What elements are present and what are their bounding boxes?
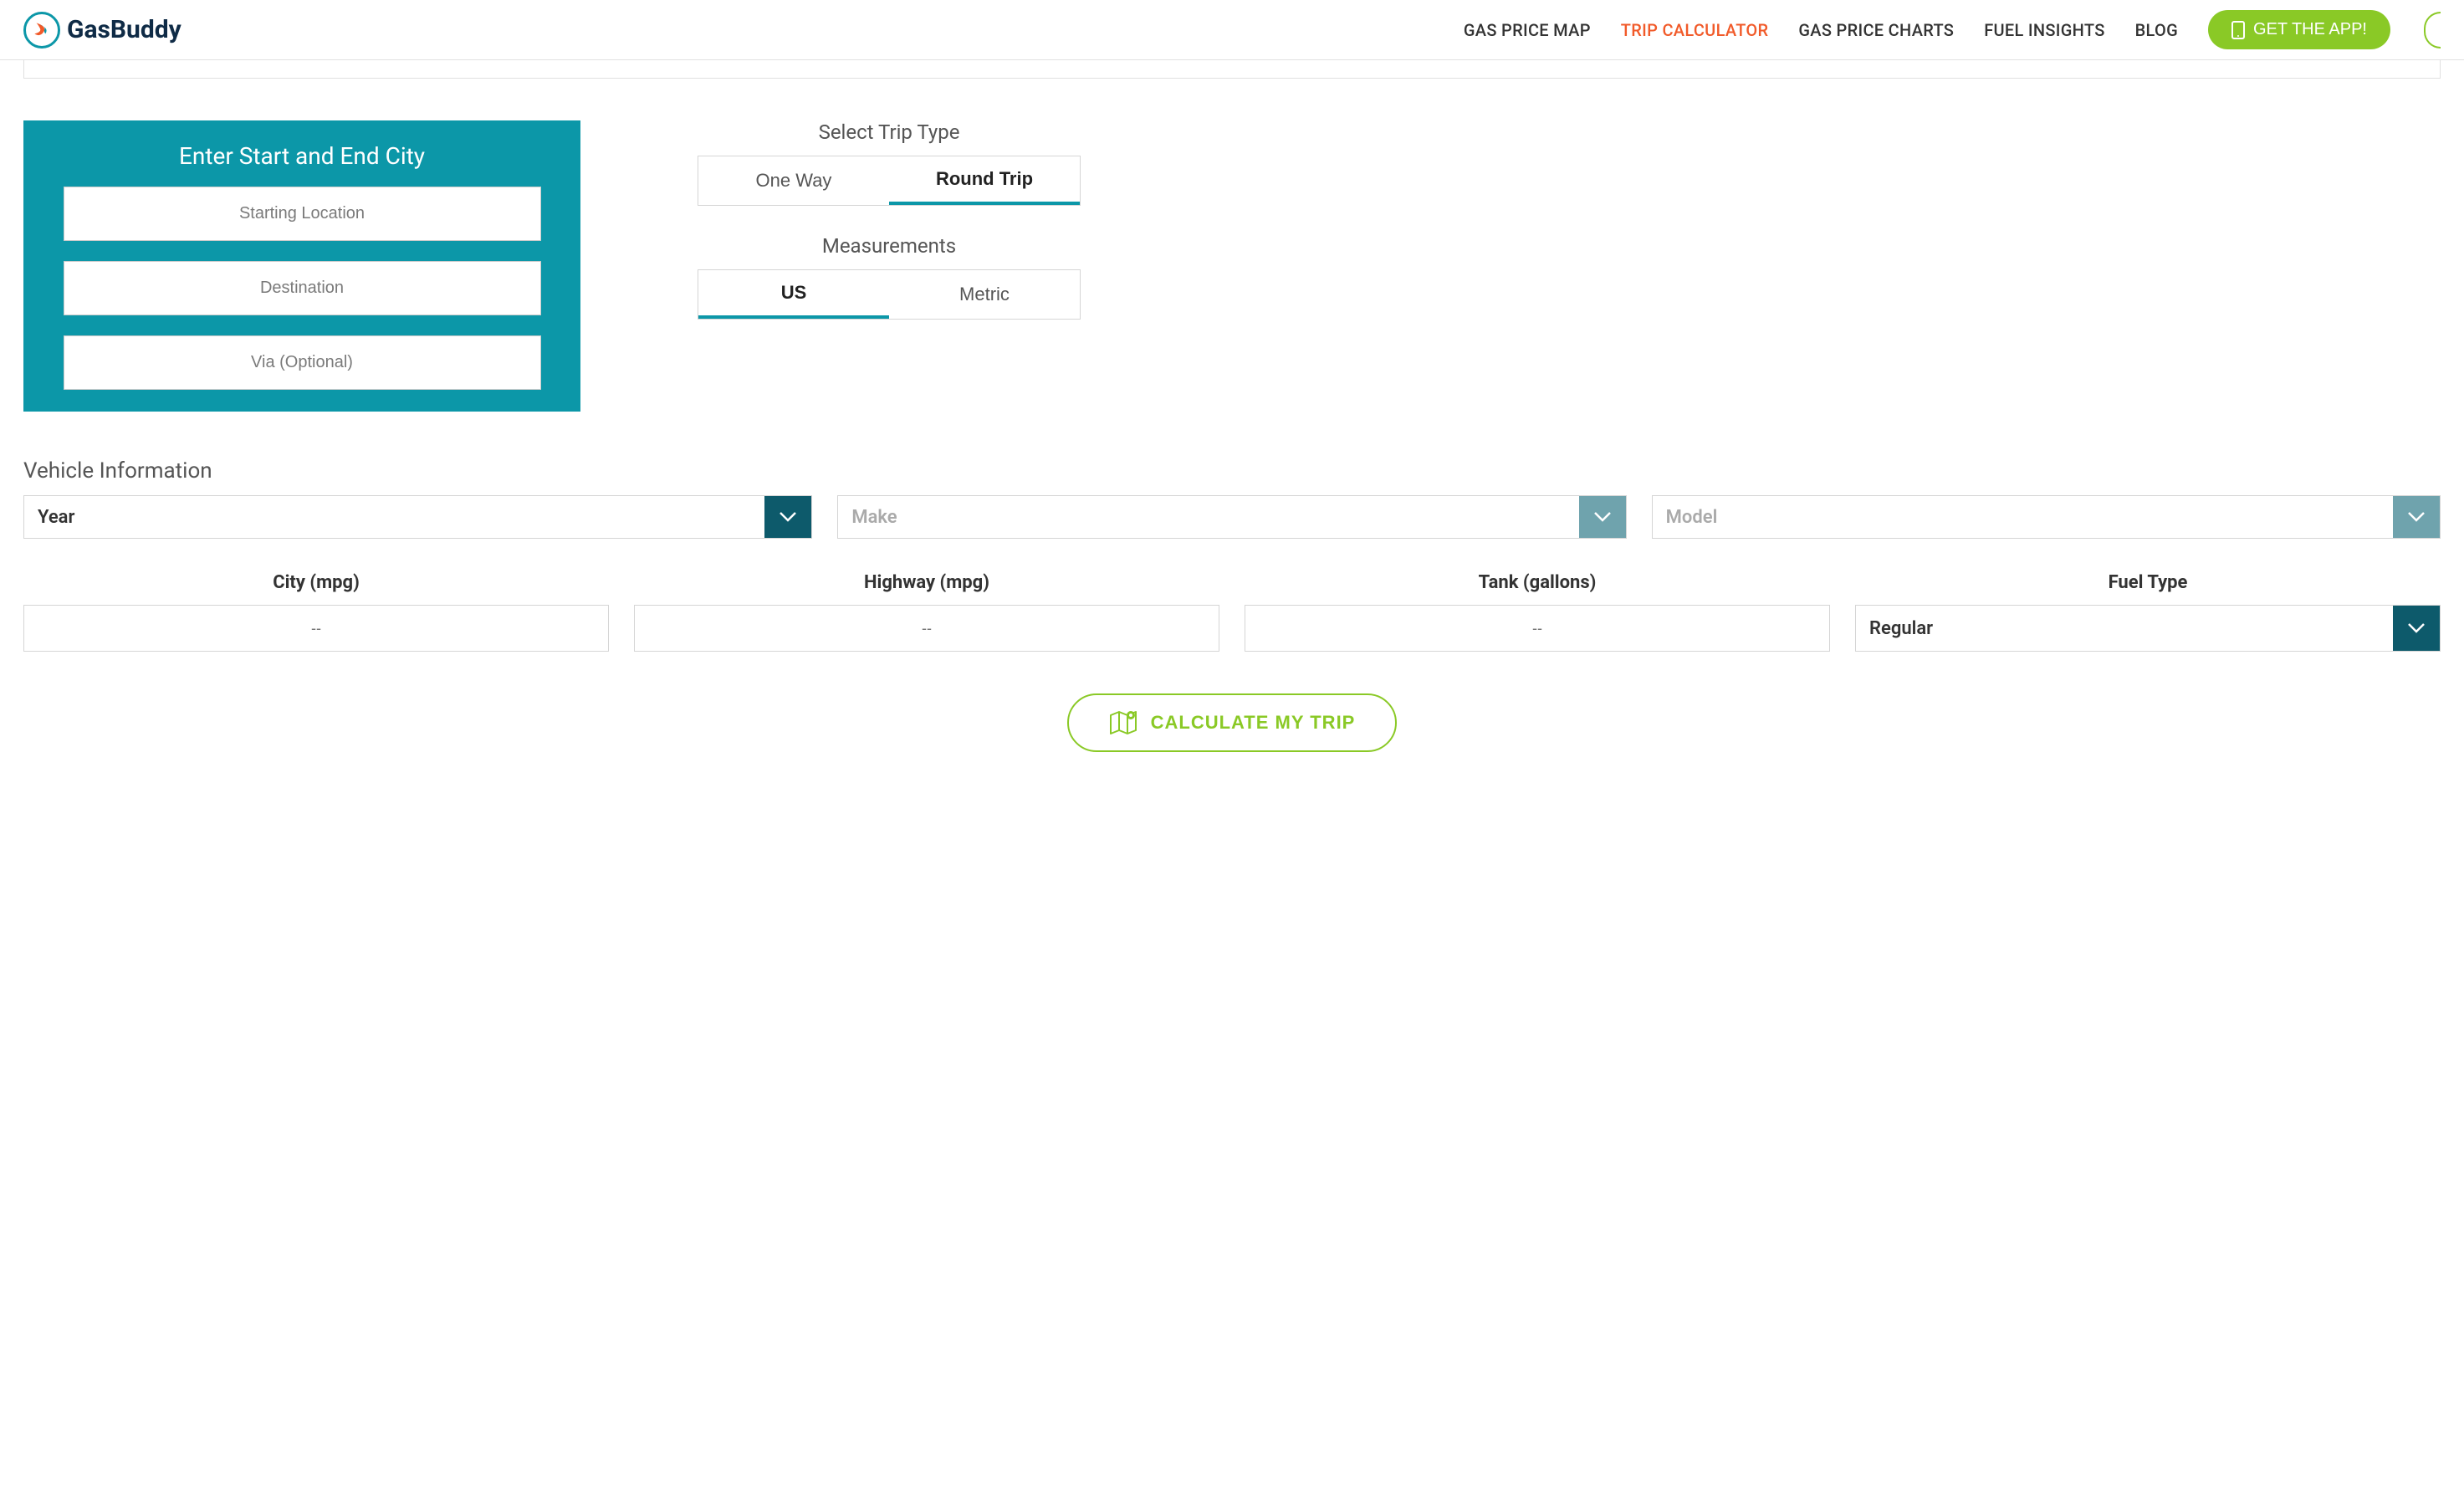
city-mpg-input[interactable]: [23, 605, 609, 652]
nav-blog[interactable]: BLOG: [2135, 20, 2178, 40]
get-app-button[interactable]: GET THE APP!: [2208, 10, 2390, 49]
header-nav: GasBuddy GAS PRICE MAP TRIP CALCULATOR G…: [0, 0, 2464, 60]
year-select[interactable]: Year: [23, 495, 812, 539]
fuel-type-select[interactable]: Regular: [1855, 605, 2441, 652]
city-mpg-label: City (mpg): [23, 572, 609, 593]
trip-type-toggle: One Way Round Trip: [698, 156, 1081, 206]
starting-location-input[interactable]: [64, 187, 541, 241]
round-trip-button[interactable]: Round Trip: [889, 156, 1080, 205]
gasbuddy-logo-icon: [23, 12, 60, 49]
nav-gas-price-map[interactable]: GAS PRICE MAP: [1464, 20, 1591, 40]
chevron-down-icon: [764, 496, 811, 538]
vehicle-info-title: Vehicle Information: [23, 458, 2441, 484]
calculate-trip-button[interactable]: CALCULATE MY TRIP: [1067, 693, 1398, 752]
tank-input[interactable]: [1245, 605, 1830, 652]
via-input[interactable]: [64, 335, 541, 390]
account-circle[interactable]: [2424, 12, 2441, 49]
nav-fuel-insights[interactable]: FUEL INSIGHTS: [1984, 20, 2104, 40]
highway-mpg-input[interactable]: [634, 605, 1219, 652]
location-panel-title: Enter Start and End City: [45, 142, 559, 170]
destination-input[interactable]: [64, 261, 541, 315]
highway-mpg-label: Highway (mpg): [634, 572, 1219, 593]
chevron-down-icon: [2393, 496, 2440, 538]
nav-links: GAS PRICE MAP TRIP CALCULATOR GAS PRICE …: [1464, 10, 2441, 49]
make-select[interactable]: Make: [837, 495, 1626, 539]
brand-name: GasBuddy: [67, 15, 181, 44]
phone-icon: [2231, 21, 2245, 39]
model-select[interactable]: Model: [1652, 495, 2441, 539]
nav-trip-calculator[interactable]: TRIP CALCULATOR: [1621, 20, 1769, 40]
chevron-down-icon: [1579, 496, 1626, 538]
tank-label: Tank (gallons): [1245, 572, 1830, 593]
nav-gas-price-charts[interactable]: GAS PRICE CHARTS: [1798, 20, 1954, 40]
location-panel: Enter Start and End City: [23, 120, 580, 412]
chevron-down-icon: [2393, 606, 2440, 651]
measurements-label: Measurements: [698, 234, 1081, 258]
fuel-type-label: Fuel Type: [1855, 572, 2441, 593]
us-button[interactable]: US: [698, 270, 889, 319]
content-top-border: [23, 60, 2441, 79]
measurements-toggle: US Metric: [698, 269, 1081, 320]
map-pin-icon: [1109, 710, 1139, 735]
one-way-button[interactable]: One Way: [698, 156, 889, 205]
logo[interactable]: GasBuddy: [23, 12, 181, 49]
trip-type-label: Select Trip Type: [698, 120, 1081, 144]
metric-button[interactable]: Metric: [889, 270, 1080, 319]
